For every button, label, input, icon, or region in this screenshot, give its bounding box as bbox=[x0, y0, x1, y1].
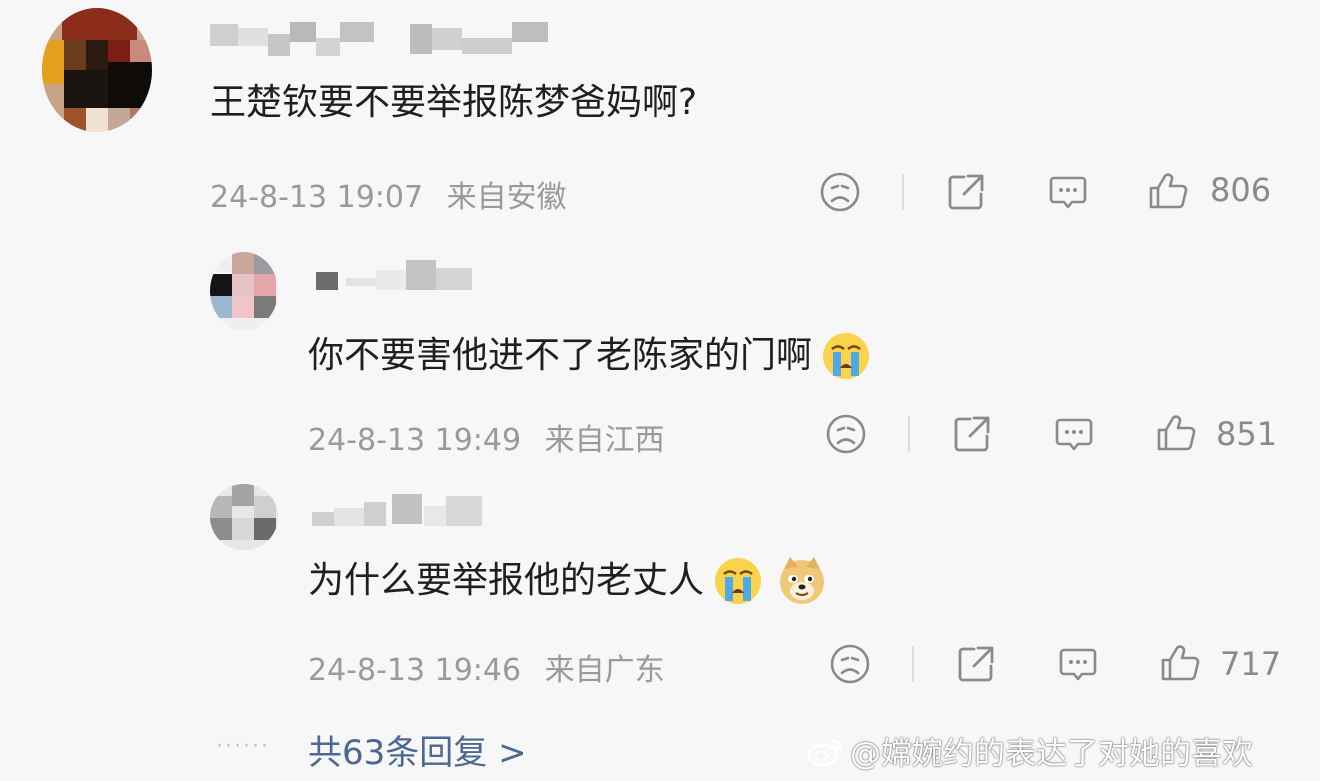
like-count: 851 bbox=[1216, 415, 1278, 453]
divider bbox=[902, 174, 904, 210]
comment-text: 王楚钦要不要举报陈梦爸妈啊? bbox=[210, 82, 698, 123]
thumbs-up-icon[interactable] bbox=[1158, 640, 1202, 684]
doge-emoji bbox=[780, 557, 825, 604]
comment-text: 你不要害他进不了老陈家的门啊 bbox=[308, 330, 872, 382]
timestamp: 24-8-13 19:46 bbox=[308, 653, 522, 688]
comment-text: 为什么要举报他的老丈人 bbox=[308, 555, 828, 607]
username-blurred[interactable] bbox=[312, 494, 492, 530]
like-count: 717 bbox=[1220, 645, 1282, 683]
comment-meta: 24-8-13 19:07 来自安徽 bbox=[210, 172, 567, 216]
sad-face-icon[interactable] bbox=[824, 412, 868, 456]
comment-meta: 24-8-13 19:49 来自江西 bbox=[308, 415, 665, 459]
location: 来自广东 bbox=[544, 653, 665, 688]
comment-icon[interactable] bbox=[1052, 412, 1096, 456]
comment-icon[interactable] bbox=[1056, 642, 1100, 686]
avatar[interactable] bbox=[210, 484, 278, 550]
sad-face-icon[interactable] bbox=[818, 170, 862, 214]
thumbs-up-icon[interactable] bbox=[1146, 168, 1190, 212]
avatar[interactable] bbox=[42, 8, 152, 132]
like-count: 806 bbox=[1210, 171, 1272, 209]
watermark-text: @嫦婉约的表达了对她的喜欢 bbox=[850, 736, 1253, 772]
share-icon[interactable] bbox=[950, 412, 994, 456]
timestamp: 24-8-13 19:07 bbox=[210, 180, 424, 215]
divider bbox=[908, 416, 910, 452]
divider bbox=[912, 646, 914, 682]
username-blurred[interactable] bbox=[210, 20, 550, 56]
timestamp: 24-8-13 19:49 bbox=[308, 423, 522, 458]
location: 来自安徽 bbox=[446, 180, 567, 215]
share-icon[interactable] bbox=[954, 642, 998, 686]
username-blurred[interactable] bbox=[316, 254, 476, 290]
view-replies-link[interactable]: 共63条回复 > bbox=[308, 725, 527, 774]
crying-emoji bbox=[823, 333, 870, 379]
share-icon[interactable] bbox=[944, 170, 988, 214]
avatar[interactable] bbox=[210, 252, 278, 330]
comment-icon[interactable] bbox=[1046, 170, 1090, 214]
sad-face-icon[interactable] bbox=[828, 642, 872, 686]
thumbs-up-icon[interactable] bbox=[1154, 410, 1198, 454]
comment-meta: 24-8-13 19:46 来自广东 bbox=[308, 645, 665, 689]
thread-dots: ······ bbox=[216, 734, 270, 759]
location: 来自江西 bbox=[544, 423, 665, 458]
crying-emoji bbox=[715, 558, 762, 604]
weibo-logo-icon bbox=[807, 739, 843, 766]
watermark: @嫦婉约的表达了对她的喜欢 bbox=[806, 728, 1253, 773]
